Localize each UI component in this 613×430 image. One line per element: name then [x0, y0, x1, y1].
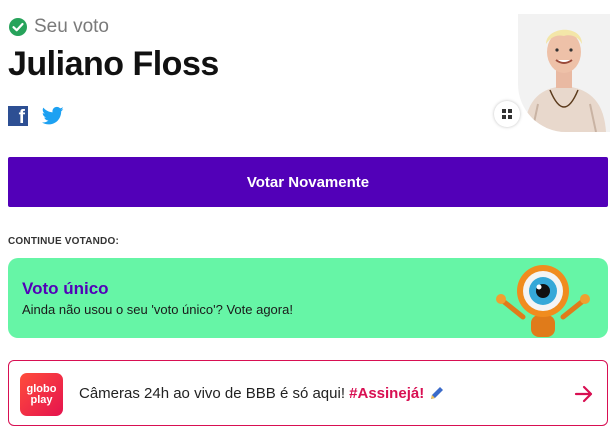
share-buttons: f [8, 106, 64, 126]
continue-voting-label: CONTINUE VOTANDO: [8, 236, 119, 247]
facebook-icon[interactable]: f [8, 106, 28, 126]
bbb-eye-mascot-icon [496, 265, 590, 337]
arrow-right-icon[interactable] [574, 385, 594, 403]
globoplay-hashtag: #Assinejá! [349, 385, 425, 402]
expand-icon [502, 109, 512, 119]
facebook-glyph: f [18, 107, 25, 126]
globoplay-banner-text: Câmeras 24h ao vivo de BBB é só aqui! #A… [79, 384, 446, 402]
candidate-name: Juliano Floss [8, 45, 219, 83]
vote-again-button[interactable]: Votar Novamente [8, 157, 608, 207]
expand-photo-button[interactable] [494, 101, 520, 127]
vote-status-label: Seu voto [34, 16, 109, 37]
globoplay-banner[interactable]: globo play Câmeras 24h ao vivo de BBB é … [8, 360, 608, 426]
globoplay-logo-line2: play [30, 393, 53, 406]
twitter-icon[interactable] [42, 106, 64, 126]
globoplay-logo: globo play [20, 373, 63, 416]
globoplay-message: Câmeras 24h ao vivo de BBB é só aqui! [79, 385, 350, 402]
vote-status: Seu voto [8, 16, 109, 38]
unique-vote-title: Voto único [22, 279, 109, 298]
candidate-photo [518, 14, 610, 132]
pen-icon [431, 387, 444, 399]
unique-vote-text: Ainda não usou o seu 'voto único'? Vote … [22, 302, 293, 317]
check-circle-icon [9, 18, 27, 36]
globoplay-logo-line1: globo [26, 382, 57, 395]
unique-vote-card[interactable]: Voto único Ainda não usou o seu 'voto ún… [8, 258, 608, 338]
